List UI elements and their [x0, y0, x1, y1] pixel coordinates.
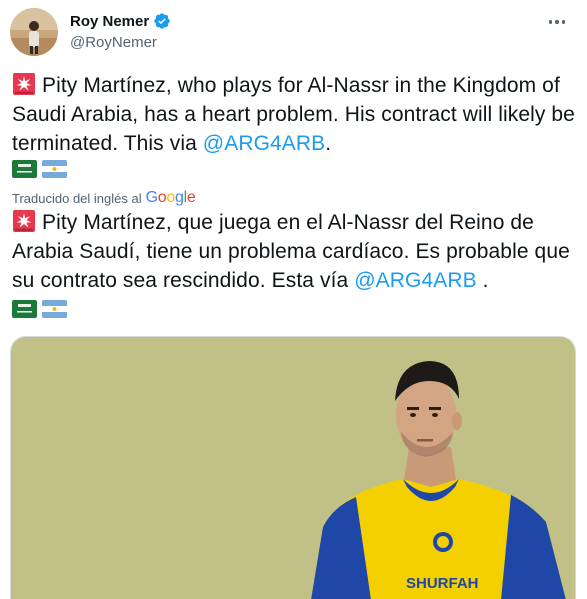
avatar[interactable] [10, 8, 58, 56]
saudi-arabia-flag-icon [12, 160, 37, 178]
argentina-flag-icon [42, 300, 67, 318]
translation-label-text[interactable]: Traducido del inglés al [12, 191, 142, 206]
verified-badge-icon [154, 13, 170, 29]
player-photo: SHURFAH [11, 337, 575, 599]
author-name-text[interactable]: Roy Nemer [70, 13, 149, 30]
argentina-flag-icon [42, 160, 67, 178]
translation-label[interactable]: Traducido del inglés al Google [12, 189, 196, 207]
google-logo: Google [145, 189, 196, 206]
flag-emojis [12, 160, 67, 178]
flag-emojis [12, 300, 67, 318]
more-options-icon[interactable] [545, 12, 569, 32]
user-avatar-photo [10, 8, 58, 56]
tweet-translated-text: Pity Martínez, que juega en el Al-Nassr … [12, 208, 578, 295]
saudi-arabia-flag-icon [12, 300, 37, 318]
siren-icon [13, 210, 35, 232]
mention-link[interactable]: @ARG4ARB [354, 269, 476, 292]
tweet-translated-text-end: . [476, 269, 489, 292]
siren-icon [13, 73, 35, 95]
jersey-sponsor-text: SHURFAH [406, 575, 479, 592]
mention-link[interactable]: @ARG4ARB [203, 132, 325, 155]
tweet-media-image[interactable]: SHURFAH [10, 336, 576, 599]
author-handle[interactable]: @RoyNemer [70, 34, 157, 51]
tweet-text: Pity Martínez, who plays for Al-Nassr in… [12, 71, 578, 158]
author-name[interactable]: Roy Nemer [70, 12, 171, 30]
tweet-original-text-end: . [325, 132, 332, 155]
